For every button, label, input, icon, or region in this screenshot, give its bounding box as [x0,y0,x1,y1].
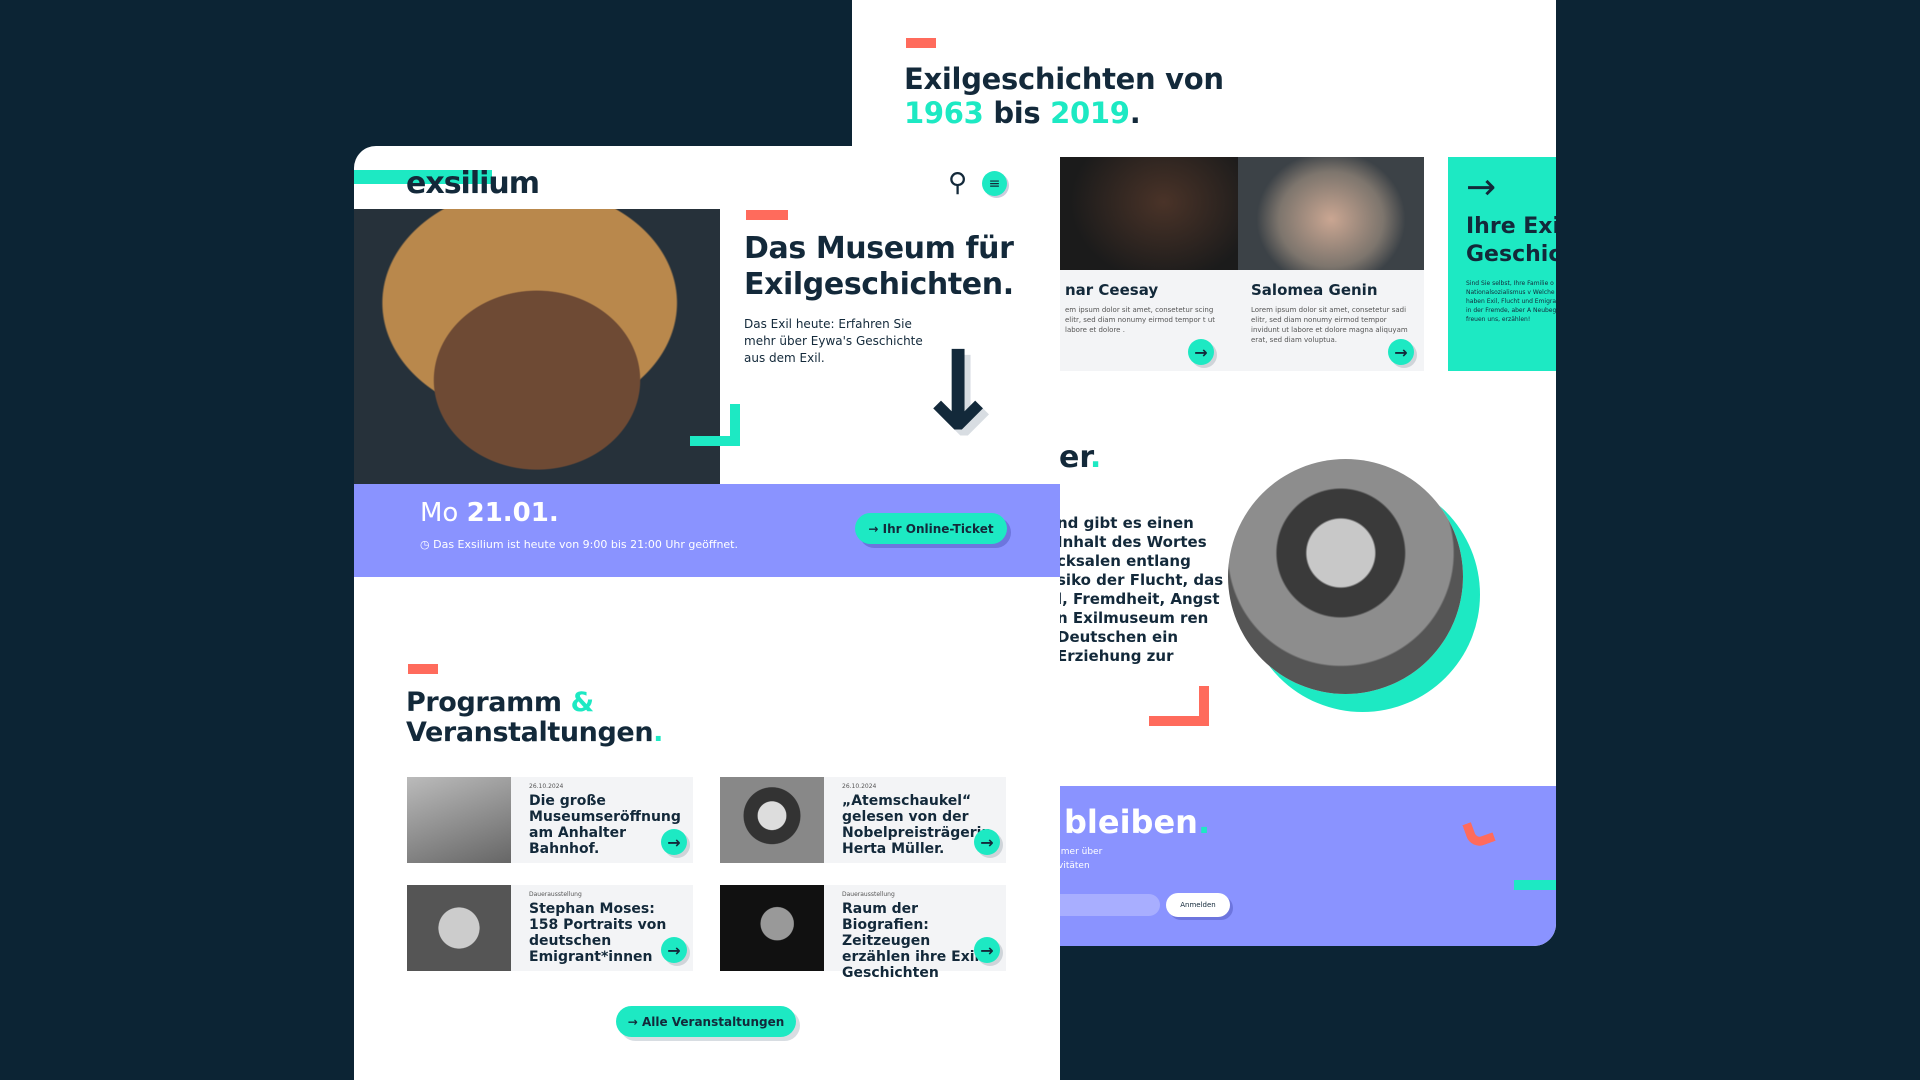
exsilium-logo[interactable]: exsilium [406,166,540,201]
coral-accent [746,210,797,229]
round-portrait-photo [1228,459,1463,694]
event-date: Dauerausstellung [529,891,582,898]
coral-accent [906,38,945,57]
exile-stories-heading: Exilgeschichten von 1963 bis 2019. [904,62,1224,130]
portrait-photo [1238,157,1424,270]
card-title: Ihre Exi [1466,214,1556,239]
arrow-down-icon[interactable]: ↓ [912,336,1004,446]
newsletter-email-input[interactable] [1048,894,1160,916]
heading-dot: . [1197,803,1211,841]
card-text: Lorem ipsum dolor sit amet, consetetur s… [1251,306,1408,344]
menu-icon[interactable]: ≡ [982,171,1007,196]
program-heading: Programm & Veranstaltungen. [406,688,663,748]
arrow-right-icon[interactable]: → [661,937,687,963]
button-label: Ihr Online-Ticket [882,521,994,536]
year-end: 2019 [1050,96,1130,130]
event-title: Die große Museumseröffnung am Anhalter B… [529,793,681,857]
event-title: Raum der Biografien: Zeitzeugen erzählen… [842,901,980,981]
heading-line: Exilgeschichten von [904,62,1224,96]
arrow-right-icon: → [627,1014,642,1029]
event-photo [720,777,824,863]
hero-title: Das Museum für Exilgeschichten. [744,231,1014,303]
event-photo [407,885,511,971]
search-icon[interactable]: ⚲ [948,170,974,196]
arrow-right-icon[interactable]: → [661,829,687,855]
event-photo [407,777,511,863]
card-text: Sind Sie selbst, Ihre Familie o vor dem … [1466,280,1556,323]
event-card[interactable]: 26.10.2024 Die große Museumseröffnung am… [407,777,693,863]
card-title: Geschic [1466,242,1556,267]
event-date: 26.10.2024 [842,783,877,790]
clock-icon: ◷ [420,538,430,551]
section-text: nd gibt es einen Inhalt des Wortes cksal… [1057,514,1224,665]
current-date: Mo 21.01. [420,498,559,528]
event-photo [720,885,824,971]
arrow-right-icon[interactable]: → [1188,339,1214,365]
card-name: nar Ceesay [1065,281,1159,299]
arrow-right-icon: → [1466,167,1497,208]
hero-subtitle: Das Exil heute: Erfahren Sie mehr über E… [744,317,923,365]
event-date: Dauerausstellung [842,891,895,898]
event-card[interactable]: 26.10.2024 „Atemschaukel“ gelesen von de… [720,777,1006,863]
subscribe-button[interactable]: Anmelden [1166,893,1230,917]
date-value: 21.01. [466,498,559,528]
event-title: „Atemschaukel“ gelesen von der Nobelprei… [842,793,992,857]
mint-accent [1514,880,1556,890]
all-events-button[interactable]: → Alle Veranstaltungen [616,1006,796,1037]
event-card[interactable]: Dauerausstellung Raum der Biografien: Ze… [720,885,1006,981]
heading-dot: . [1089,440,1102,475]
front-page-mockup: exsilium ⚲ ≡ Das Museum für Exilgeschicht… [354,146,1060,1080]
opening-hours-text: Das Exsilium ist heute von 9:00 bis 21:0… [433,538,738,551]
heading-dot: . [1129,96,1141,130]
story-card[interactable]: nar Ceesay em ipsum dolor sit amet, cons… [1052,157,1238,371]
section-heading: er. [1059,440,1101,475]
event-date: 26.10.2024 [529,783,564,790]
button-label: Alle Veranstaltungen [641,1014,785,1029]
opening-hours: ◷ Das Exsilium ist heute von 9:00 bis 21… [420,538,738,551]
hero-title-line: Das Museum für [744,231,1014,266]
arrow-right-icon[interactable]: → [974,829,1000,855]
mint-corner-accent [690,404,740,446]
event-card[interactable]: Dauerausstellung Stephan Moses: 158 Port… [407,885,693,971]
arrow-right-icon: → [868,521,883,536]
online-ticket-button[interactable]: → Ihr Online-Ticket [855,513,1007,544]
card-name: Salomea Genin [1251,281,1378,299]
newsletter-title: bleiben. [1064,803,1210,841]
weekday: Mo [420,498,459,528]
coral-accent [408,664,447,683]
card-text: em ipsum dolor sit amet, consetetur scin… [1065,306,1216,334]
coral-corner-accent [1149,686,1209,726]
arrow-right-icon[interactable]: → [1388,339,1414,365]
newsletter-title-text: bleiben [1064,803,1198,841]
section-heading-text: er [1059,440,1090,475]
heading-dot: . [653,717,664,748]
hero-title-line: Exilgeschichten. [744,267,1014,302]
share-story-card[interactable]: → Ihre Exi Geschic Sind Sie selbst, Ihre … [1448,157,1556,371]
heading-bis: bis [993,96,1041,130]
heading-ampersand: & [570,687,595,718]
event-title: Stephan Moses: 158 Portraits von deutsch… [529,901,667,965]
portrait-photo [1052,157,1238,270]
arrow-right-icon[interactable]: → [974,937,1000,963]
heading-line: Veranstaltungen [406,717,654,748]
story-card[interactable]: Salomea Genin Lorem ipsum dolor sit amet… [1238,157,1424,371]
heading-line: Programm [406,687,562,718]
hero-portrait-photo [354,209,720,485]
year-start: 1963 [904,96,984,130]
